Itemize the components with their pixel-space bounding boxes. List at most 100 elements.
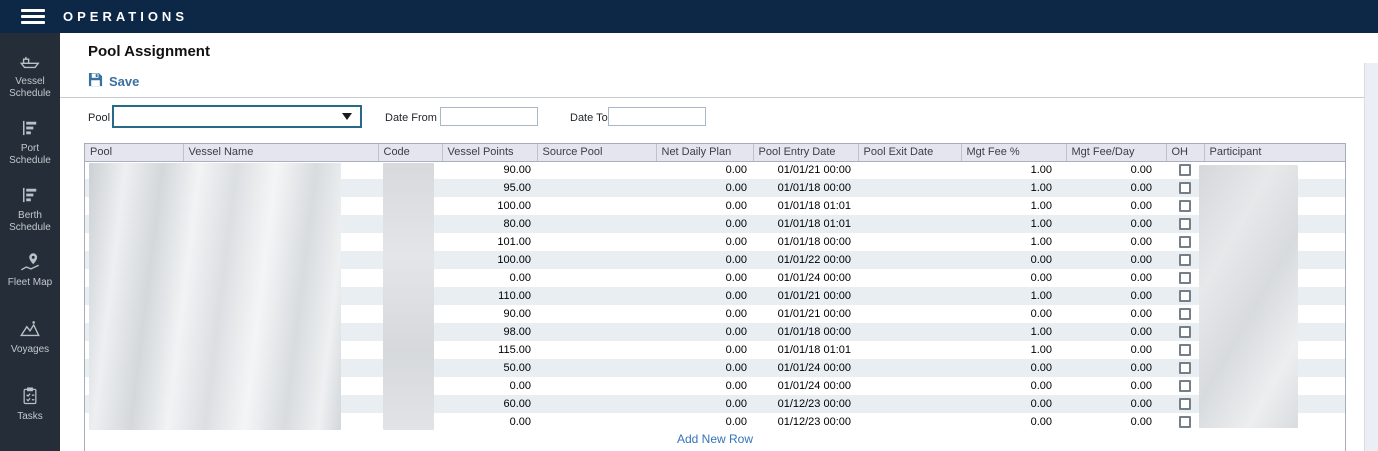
cell-pool_exit_date[interactable] — [858, 233, 961, 251]
cell-pool_exit_date[interactable] — [858, 323, 961, 341]
cell-mgt_fee_day[interactable]: 0.00 — [1066, 413, 1166, 431]
cell-pool_entry_date[interactable]: 01/01/18 00:00 — [753, 233, 858, 251]
cell-pool_entry_date[interactable]: 01/12/23 00:00 — [753, 395, 858, 413]
cell-net_daily_plan[interactable]: 0.00 — [656, 233, 753, 251]
sidebar-item-port-schedule[interactable]: Port Schedule — [0, 116, 60, 183]
cell-mgt_fee_pct[interactable]: 1.00 — [961, 233, 1066, 251]
cell-net_daily_plan[interactable]: 0.00 — [656, 377, 753, 395]
column-header-pool_entry_date[interactable]: Pool Entry Date — [753, 144, 858, 161]
cell-pool_entry_date[interactable]: 01/01/22 00:00 — [753, 251, 858, 269]
sidebar-item-tasks[interactable]: Tasks — [0, 384, 60, 451]
date-to-input[interactable] — [608, 107, 706, 126]
cell-source_pool[interactable] — [537, 161, 656, 179]
cell-vessel_points[interactable]: 100.00 — [442, 197, 537, 215]
cell-vessel_points[interactable]: 100.00 — [442, 251, 537, 269]
cell-mgt_fee_day[interactable]: 0.00 — [1066, 359, 1166, 377]
cell-vessel_points[interactable]: 60.00 — [442, 395, 537, 413]
cell-pool_exit_date[interactable] — [858, 269, 961, 287]
cell-mgt_fee_day[interactable]: 0.00 — [1066, 179, 1166, 197]
column-header-participant[interactable]: Participant — [1204, 144, 1345, 161]
sidebar-item-vessel-schedule[interactable]: Vessel Schedule — [0, 49, 60, 116]
cell-pool_exit_date[interactable] — [858, 179, 961, 197]
cell-mgt_fee_pct[interactable]: 0.00 — [961, 395, 1066, 413]
cell-pool_exit_date[interactable] — [858, 305, 961, 323]
cell-vessel_points[interactable]: 90.00 — [442, 305, 537, 323]
cell-pool_entry_date[interactable]: 01/01/18 01:01 — [753, 197, 858, 215]
cell-mgt_fee_day[interactable]: 0.00 — [1066, 215, 1166, 233]
cell-source_pool[interactable] — [537, 215, 656, 233]
cell-mgt_fee_pct[interactable]: 1.00 — [961, 161, 1066, 179]
add-new-row-link[interactable]: Add New Row — [85, 432, 1345, 446]
cell-mgt_fee_pct[interactable]: 1.00 — [961, 179, 1066, 197]
cell-vessel_points[interactable]: 50.00 — [442, 359, 537, 377]
cell-vessel_points[interactable]: 115.00 — [442, 341, 537, 359]
cell-pool_exit_date[interactable] — [858, 251, 961, 269]
cell-pool_exit_date[interactable] — [858, 395, 961, 413]
cell-source_pool[interactable] — [537, 413, 656, 431]
cell-vessel_points[interactable]: 90.00 — [442, 161, 537, 179]
cell-pool_exit_date[interactable] — [858, 377, 961, 395]
cell-net_daily_plan[interactable]: 0.00 — [656, 323, 753, 341]
sidebar-item-voyages[interactable]: Voyages — [0, 317, 60, 384]
cell-mgt_fee_pct[interactable]: 1.00 — [961, 197, 1066, 215]
oh-checkbox[interactable] — [1179, 380, 1191, 392]
oh-checkbox[interactable] — [1179, 308, 1191, 320]
column-header-net_daily_plan[interactable]: Net Daily Plan — [656, 144, 753, 161]
column-header-code[interactable]: Code — [378, 144, 442, 161]
cell-mgt_fee_pct[interactable]: 1.00 — [961, 287, 1066, 305]
cell-pool_exit_date[interactable] — [858, 161, 961, 179]
cell-net_daily_plan[interactable]: 0.00 — [656, 359, 753, 377]
menu-icon[interactable] — [21, 9, 45, 24]
column-header-oh[interactable]: OH — [1166, 144, 1204, 161]
cell-pool_exit_date[interactable] — [858, 215, 961, 233]
oh-checkbox[interactable] — [1179, 164, 1191, 176]
cell-net_daily_plan[interactable]: 0.00 — [656, 179, 753, 197]
oh-checkbox[interactable] — [1179, 218, 1191, 230]
cell-mgt_fee_day[interactable]: 0.00 — [1066, 251, 1166, 269]
column-header-mgt_fee_pct[interactable]: Mgt Fee % — [961, 144, 1066, 161]
cell-net_daily_plan[interactable]: 0.00 — [656, 341, 753, 359]
cell-mgt_fee_pct[interactable]: 1.00 — [961, 323, 1066, 341]
cell-mgt_fee_day[interactable]: 0.00 — [1066, 305, 1166, 323]
cell-source_pool[interactable] — [537, 359, 656, 377]
cell-vessel_points[interactable]: 80.00 — [442, 215, 537, 233]
column-header-source_pool[interactable]: Source Pool — [537, 144, 656, 161]
cell-vessel_points[interactable]: 95.00 — [442, 179, 537, 197]
save-button[interactable]: Save — [88, 72, 139, 90]
cell-source_pool[interactable] — [537, 377, 656, 395]
oh-checkbox[interactable] — [1179, 344, 1191, 356]
cell-pool_entry_date[interactable]: 01/01/21 00:00 — [753, 287, 858, 305]
date-from-input[interactable] — [440, 107, 538, 126]
cell-vessel_points[interactable]: 101.00 — [442, 233, 537, 251]
cell-mgt_fee_pct[interactable]: 1.00 — [961, 341, 1066, 359]
cell-net_daily_plan[interactable]: 0.00 — [656, 197, 753, 215]
cell-mgt_fee_pct[interactable]: 0.00 — [961, 359, 1066, 377]
cell-pool_entry_date[interactable]: 01/01/24 00:00 — [753, 377, 858, 395]
cell-pool_entry_date[interactable]: 01/12/23 00:00 — [753, 413, 858, 431]
cell-net_daily_plan[interactable]: 0.00 — [656, 161, 753, 179]
cell-source_pool[interactable] — [537, 197, 656, 215]
cell-pool_exit_date[interactable] — [858, 197, 961, 215]
oh-checkbox[interactable] — [1179, 272, 1191, 284]
cell-mgt_fee_pct[interactable]: 0.00 — [961, 269, 1066, 287]
cell-vessel_points[interactable]: 98.00 — [442, 323, 537, 341]
cell-pool_entry_date[interactable]: 01/01/18 01:01 — [753, 341, 858, 359]
cell-pool_exit_date[interactable] — [858, 359, 961, 377]
vertical-scrollbar[interactable] — [1364, 63, 1378, 451]
cell-mgt_fee_pct[interactable]: 0.00 — [961, 413, 1066, 431]
cell-source_pool[interactable] — [537, 341, 656, 359]
cell-mgt_fee_day[interactable]: 0.00 — [1066, 287, 1166, 305]
sidebar-item-berth-schedule[interactable]: Berth Schedule — [0, 183, 60, 250]
column-header-vessel_points[interactable]: Vessel Points — [442, 144, 537, 161]
cell-mgt_fee_pct[interactable]: 1.00 — [961, 215, 1066, 233]
cell-vessel_points[interactable]: 0.00 — [442, 413, 537, 431]
cell-pool_entry_date[interactable]: 01/01/18 00:00 — [753, 179, 858, 197]
cell-net_daily_plan[interactable]: 0.00 — [656, 287, 753, 305]
cell-mgt_fee_day[interactable]: 0.00 — [1066, 269, 1166, 287]
cell-source_pool[interactable] — [537, 251, 656, 269]
cell-source_pool[interactable] — [537, 395, 656, 413]
cell-source_pool[interactable] — [537, 323, 656, 341]
cell-pool_exit_date[interactable] — [858, 287, 961, 305]
cell-net_daily_plan[interactable]: 0.00 — [656, 395, 753, 413]
oh-checkbox[interactable] — [1179, 326, 1191, 338]
